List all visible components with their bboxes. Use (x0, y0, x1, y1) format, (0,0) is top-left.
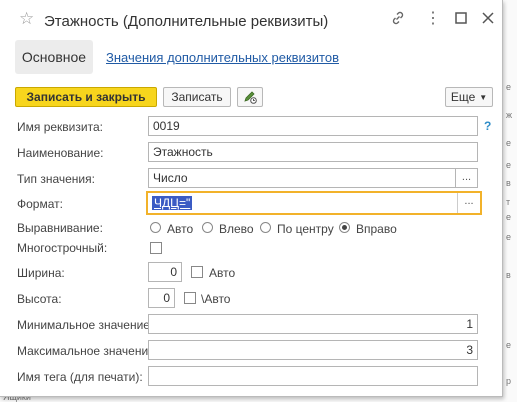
value-type-input[interactable]: Число (148, 168, 456, 188)
background-window-strip: е ж е е в т е е в е р (502, 0, 517, 402)
max-value-input[interactable]: 3 (148, 340, 478, 360)
close-icon[interactable] (482, 11, 494, 27)
link-icon[interactable] (390, 10, 406, 29)
save-button[interactable]: Записать (163, 87, 231, 107)
bg-char: е (506, 82, 512, 92)
tab-bar: Основное Значения дополнительных реквизи… (0, 40, 502, 76)
chevron-down-icon: ▼ (479, 92, 488, 102)
width-input[interactable]: 0 (148, 262, 182, 282)
row-min-value: Минимальное значение: 1 (0, 314, 502, 336)
attribute-name-label: Имя реквизита: (17, 120, 103, 134)
align-center-radio[interactable] (260, 222, 271, 233)
bg-char: е (506, 340, 512, 350)
format-input-selected[interactable]: ЧДЦ=" (152, 196, 193, 210)
height-auto-label[interactable]: \Авто (201, 292, 230, 306)
edit-script-button[interactable] (237, 87, 263, 107)
align-left-radio[interactable] (202, 222, 213, 233)
maximize-icon[interactable] (455, 11, 467, 27)
save-close-button[interactable]: Записать и закрыть (15, 87, 157, 107)
row-height: Высота: 0 \Авто (0, 288, 502, 310)
value-type-select-button[interactable]: ... (456, 168, 478, 188)
dialog-window: ☆ Этажность (Дополнительные реквизиты) ⋮… (0, 0, 503, 397)
alignment-label: Выравнивание: (17, 221, 103, 235)
width-auto-checkbox[interactable] (191, 266, 203, 278)
bg-char: е (506, 138, 512, 148)
edit-pencil-icon (244, 91, 257, 104)
tab-values-link[interactable]: Значения дополнительных реквизитов (106, 50, 339, 65)
align-auto-label[interactable]: Авто (167, 222, 193, 236)
more-icon[interactable]: ⋮ (425, 8, 441, 28)
row-format: Формат: ЧДЦ=" ... (0, 191, 502, 215)
bg-char: т (506, 197, 511, 207)
min-value-input[interactable]: 1 (148, 314, 478, 334)
more-button-label: Еще (450, 90, 476, 104)
align-auto-radio[interactable] (150, 222, 161, 233)
row-attribute-name: Имя реквизита: 0019 ? (0, 116, 502, 138)
width-auto-label[interactable]: Авто (209, 266, 235, 280)
row-value-type: Тип значения: Число ... (0, 168, 502, 190)
bg-char: в (506, 270, 511, 280)
format-select-button[interactable]: ... (457, 193, 480, 213)
row-tag-name: Имя тега (для печати): (0, 366, 502, 388)
toolbar: Записать и закрыть Записать Еще ▼ (0, 87, 502, 109)
height-label: Высота: (17, 292, 62, 306)
bg-char: е (506, 232, 512, 242)
tag-name-label: Имя тега (для печати): (17, 370, 143, 384)
width-label: Ширина: (17, 266, 65, 280)
multiline-label: Многострочный: (17, 241, 108, 255)
height-auto-checkbox[interactable] (184, 292, 196, 304)
min-value-label: Минимальное значение: (17, 318, 154, 332)
bg-char: р (506, 376, 512, 386)
row-alignment: Выравнивание: Авто Влево По центру Вправ… (0, 219, 502, 241)
row-width: Ширина: 0 Авто (0, 262, 502, 284)
align-left-label[interactable]: Влево (219, 222, 254, 236)
bg-char: е (506, 160, 512, 170)
row-title: Наименование: Этажность (0, 142, 502, 164)
star-icon[interactable]: ☆ (19, 9, 34, 29)
title-label: Наименование: (17, 146, 104, 160)
align-right-label[interactable]: Вправо (356, 222, 397, 236)
tag-name-input[interactable] (148, 366, 478, 386)
height-input[interactable]: 0 (148, 288, 175, 308)
format-label: Формат: (17, 197, 63, 211)
bg-char: ж (506, 110, 513, 120)
align-center-label[interactable]: По центру (277, 222, 334, 236)
attribute-name-input[interactable]: 0019 (148, 116, 478, 136)
title-bar: ☆ Этажность (Дополнительные реквизиты) ⋮ (0, 0, 502, 40)
multiline-checkbox[interactable] (150, 242, 162, 254)
bg-char: е (506, 212, 512, 222)
value-type-label: Тип значения: (17, 172, 95, 186)
tab-main[interactable]: Основное (15, 40, 93, 74)
row-max-value: Максимальное значение: 3 (0, 340, 502, 362)
max-value-label: Максимальное значение: (17, 344, 159, 358)
bg-char: в (506, 178, 511, 188)
format-field[interactable]: ЧДЦ=" ... (146, 191, 482, 215)
title-input[interactable]: Этажность (148, 142, 478, 162)
window-title: Этажность (Дополнительные реквизиты) (44, 13, 329, 30)
row-multiline: Многострочный: (0, 240, 502, 262)
align-right-radio[interactable] (339, 222, 350, 233)
more-button[interactable]: Еще ▼ (445, 87, 493, 107)
help-icon[interactable]: ? (484, 119, 491, 133)
